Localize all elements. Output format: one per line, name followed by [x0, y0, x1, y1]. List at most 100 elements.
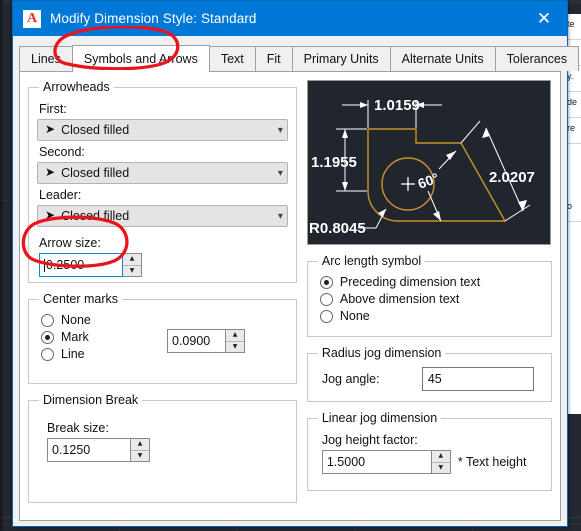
- center-mark-size-input[interactable]: 0.0900: [167, 329, 226, 353]
- dialog-titlebar[interactable]: A Modify Dimension Style: Standard ✕: [13, 1, 567, 36]
- spin-up-icon[interactable]: ▲: [123, 254, 141, 266]
- preview-dim-angle: 60°: [415, 170, 440, 192]
- preview-dim-radius: R0.8045: [309, 220, 366, 237]
- break-size-input[interactable]: 0.1250: [47, 438, 131, 462]
- arc-length-option-above[interactable]: Above dimension text: [319, 292, 543, 306]
- tab-alternate-units[interactable]: Alternate Units: [389, 46, 496, 71]
- arc-length-symbol-group: Arc length symbol Preceding dimension te…: [306, 254, 552, 337]
- radio-icon-selected[interactable]: [41, 330, 54, 344]
- linear-jog-group: Linear jog dimension Jog height factor: …: [306, 411, 552, 491]
- radio-icon[interactable]: [41, 313, 54, 327]
- canvas-stripe: [0, 0, 3, 531]
- tab-lines[interactable]: Lines: [19, 46, 73, 71]
- leader-arrowhead-label: Leader:: [39, 188, 82, 202]
- arrow-size-spin-buttons[interactable]: ▲ ▼: [123, 253, 142, 277]
- left-column: Arrowheads First: ➤ Closed filled ▾ Seco…: [28, 80, 297, 512]
- arrow-size-stepper[interactable]: 0.2500 ▲ ▼: [39, 253, 142, 277]
- spin-up-icon[interactable]: ▲: [431, 451, 450, 463]
- background-panel-row[interactable]: te: [566, 14, 581, 40]
- first-arrowhead-value: Closed filled: [61, 123, 130, 137]
- dimension-break-group-label: Dimension Break: [43, 393, 139, 407]
- spin-down-icon[interactable]: ▼: [432, 463, 450, 474]
- center-mark-option-mark[interactable]: Mark: [41, 330, 167, 344]
- tab-fit[interactable]: Fit: [254, 46, 293, 71]
- arrowhead-icon: [359, 102, 368, 108]
- jog-height-factor-stepper[interactable]: 1.5000 ▲ ▼: [321, 450, 451, 474]
- arrowhead-icon: [341, 182, 348, 191]
- break-size-stepper[interactable]: 0.1250 ▲ ▼: [47, 438, 150, 462]
- arrow-size-input[interactable]: 0.2500: [39, 253, 123, 277]
- tab-text[interactable]: Text: [208, 46, 256, 71]
- canvas-stripe: [3, 200, 9, 201]
- preview-dim-right: 2.0207: [489, 169, 535, 186]
- break-size-spin-buttons[interactable]: ▲ ▼: [131, 438, 150, 462]
- second-arrowhead-select[interactable]: ➤ Closed filled ▾: [37, 162, 288, 184]
- closed-filled-arrow-icon: ➤: [45, 208, 56, 222]
- center-mark-size-stepper[interactable]: 0.0900 ▲ ▼: [167, 329, 245, 353]
- arrowhead-icon: [481, 128, 490, 138]
- arrowhead-icon: [377, 209, 386, 217]
- dimension-style-preview: 1.0159 1.1955 2.0207 60° R0.8045: [306, 80, 551, 245]
- part-fillet: [367, 129, 396, 222]
- jog-height-spin-buttons[interactable]: ▲ ▼: [431, 450, 451, 474]
- tab-panel-symbols-and-arrows: Arrowheads First: ➤ Closed filled ▾ Seco…: [19, 72, 561, 521]
- center-mark-mark-label: Mark: [61, 330, 89, 344]
- tab-primary-units[interactable]: Primary Units: [291, 46, 391, 71]
- radio-icon[interactable]: [319, 292, 333, 306]
- arc-length-option-preceding[interactable]: Preceding dimension text: [319, 275, 543, 289]
- center-marks-group: Center marks None Mark Line 0.0900 ▲ ▼: [28, 292, 297, 384]
- spin-up-icon[interactable]: ▲: [226, 330, 244, 342]
- radio-icon[interactable]: [319, 309, 333, 323]
- autocad-logo-icon: A: [23, 9, 41, 28]
- arc-length-option-none[interactable]: None: [319, 309, 543, 323]
- dimension-break-group: Dimension Break Break size: 0.1250 ▲ ▼: [28, 393, 297, 503]
- modify-dimension-style-dialog: A Modify Dimension Style: Standard ✕ Lin…: [12, 0, 580, 527]
- background-panel-row[interactable]: [566, 170, 581, 196]
- close-icon[interactable]: ✕: [521, 1, 567, 36]
- background-panel-row[interactable]: re: [566, 118, 581, 144]
- arc-length-preceding-label: Preceding dimension text: [339, 275, 481, 289]
- center-mark-option-none[interactable]: None: [41, 313, 167, 327]
- center-mark-size-spin-buttons[interactable]: ▲ ▼: [226, 329, 245, 353]
- spin-down-icon[interactable]: ▼: [123, 266, 141, 277]
- background-panel-row[interactable]: o: [566, 196, 581, 222]
- linear-jog-group-label: Linear jog dimension: [321, 411, 438, 425]
- jog-height-factor-input[interactable]: 1.5000: [321, 450, 432, 474]
- spin-down-icon[interactable]: ▼: [131, 451, 149, 462]
- extension-line: [460, 120, 481, 144]
- tab-bar: Lines Symbols and Arrows Text Fit Primar…: [19, 45, 580, 72]
- radio-icon-selected[interactable]: [319, 275, 333, 289]
- preview-dim-top: 1.0159: [374, 97, 420, 114]
- background-panel-row[interactable]: [566, 144, 581, 170]
- closed-filled-arrow-icon: ➤: [45, 122, 56, 136]
- text-caret: [44, 258, 45, 272]
- first-arrowhead-select[interactable]: ➤ Closed filled ▾: [37, 119, 288, 141]
- radio-icon[interactable]: [41, 347, 54, 361]
- jog-height-factor-label: Jog height factor:: [321, 433, 418, 447]
- second-arrowhead-label: Second:: [39, 145, 85, 159]
- right-column: 1.0159 1.1955 2.0207 60° R0.8045 Arc len…: [306, 80, 552, 512]
- spin-down-icon[interactable]: ▼: [226, 342, 244, 353]
- center-mark-option-line[interactable]: Line: [41, 347, 167, 361]
- arc-length-above-label: Above dimension text: [339, 292, 460, 306]
- break-size-label: Break size:: [47, 421, 109, 435]
- chevron-down-icon: ▾: [277, 167, 283, 179]
- first-arrowhead-label: First:: [39, 102, 67, 116]
- closed-filled-arrow-icon: ➤: [45, 165, 56, 179]
- jog-angle-input[interactable]: 45: [421, 367, 534, 391]
- center-mark-none-label: None: [61, 313, 91, 327]
- arrowhead-icon: [432, 211, 441, 221]
- arrow-size-label: Arrow size:: [39, 236, 101, 250]
- leader-arrowhead-value: Closed filled: [61, 209, 130, 223]
- preview-dim-left: 1.1955: [311, 154, 357, 171]
- leader-arrowhead-select[interactable]: ➤ Closed filled ▾: [37, 205, 288, 227]
- arrowheads-group-label: Arrowheads: [43, 80, 110, 94]
- tab-tolerances[interactable]: Tolerances: [494, 46, 580, 71]
- chevron-down-icon: ▾: [277, 210, 283, 222]
- extension-line: [504, 204, 531, 222]
- second-arrowhead-value: Closed filled: [61, 166, 130, 180]
- spin-up-icon[interactable]: ▲: [131, 439, 149, 451]
- arc-length-none-label: None: [339, 309, 370, 323]
- background-panel-row[interactable]: de: [566, 92, 581, 118]
- tab-symbols-and-arrows[interactable]: Symbols and Arrows: [71, 45, 210, 72]
